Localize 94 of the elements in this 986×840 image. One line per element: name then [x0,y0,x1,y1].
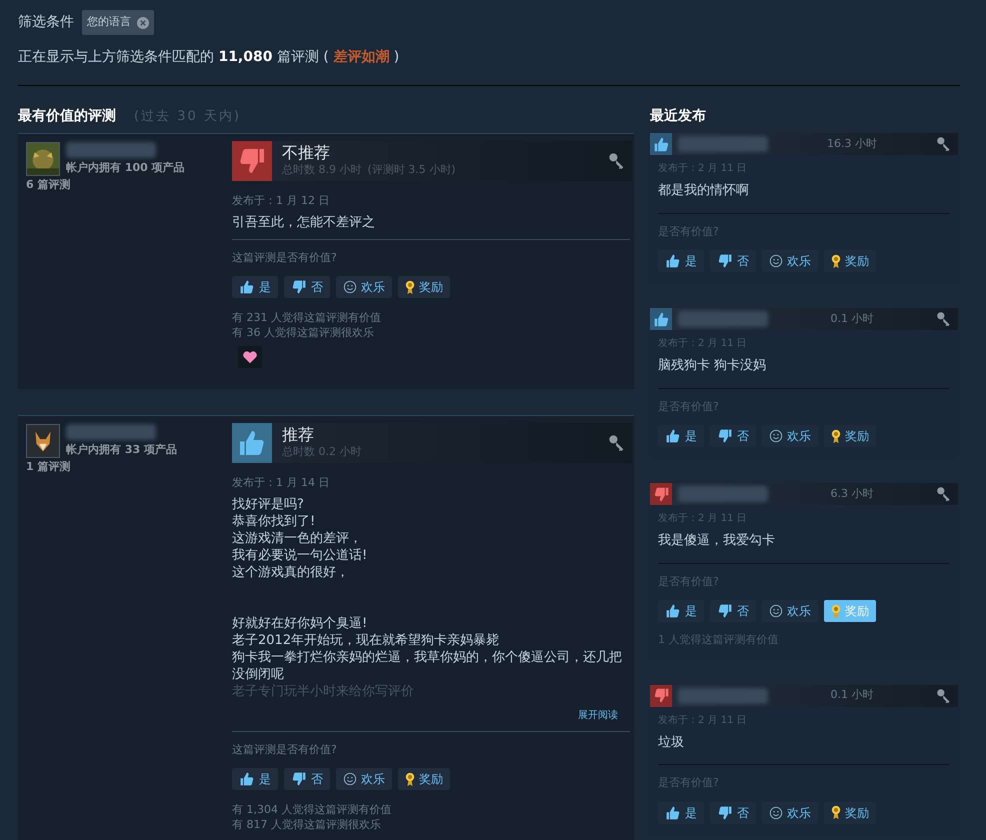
key-icon [936,688,952,704]
vote-button[interactable]: 否 [284,768,330,790]
helpful-question: 这篇评测是否有价值? [232,250,338,266]
medal-icon [405,772,415,786]
expand-link[interactable]: 展开阅读 [578,708,618,722]
vote-button[interactable]: 欢乐 [762,802,818,824]
vote-button[interactable]: 是 [658,250,704,272]
vote-stat: 有 817 人觉得这篇评测很欢乐 [232,817,382,832]
review-text: 狗卡我一拳打烂你亲妈的烂逼，我草你妈的，你个傻逼公司，还几把没倒闭呢 [232,648,623,682]
review-text: 我有必要说一句公道话! [232,546,368,564]
vote-button[interactable]: 否 [710,425,756,447]
review-text: 这游戏清一色的差评， [232,530,363,546]
playtime: 总时数 0.2 小时 [282,444,362,460]
vote-button[interactable]: 奖励 [398,276,450,298]
filter-label: 筛选条件 [18,13,74,32]
vote-button[interactable]: 否 [710,250,756,272]
review-text: 都是我的情怀啊 [658,182,750,200]
thumbs-down-icon [717,253,733,269]
posted-date: 发布于：1 月 14 日 [232,475,330,491]
playtime: 6.3 小时 [830,486,874,502]
section-title: 最近发布 [650,107,707,126]
smiley-icon [343,772,357,786]
vote-stat: 有 36 人觉得这篇评测很欢乐 [232,325,375,340]
review-text: 垃圾 [658,734,685,752]
vote-button[interactable]: 奖励 [398,768,450,790]
key-icon [936,311,952,327]
vote-button[interactable]: 是 [658,802,704,824]
medal-icon [831,428,841,444]
review-text: 这个游戏真的很好， [232,564,350,580]
verdict: 推荐 [282,425,315,444]
review-text: 脑残狗卡 狗卡没妈 [658,357,768,375]
vote-button[interactable]: 奖励 [824,425,876,447]
thumbs-up-icon [239,771,255,787]
posted-date: 发布于：1 月 12 日 [232,193,330,209]
verdict: 不推荐 [282,143,331,162]
thumbs-down-icon [291,771,307,787]
thumbs-down-icon [291,279,307,295]
owned-products: 帐户内拥有 33 项产品 [66,442,177,458]
review-count: 6 篇评测 [26,176,72,192]
playtime: 总时数 8.9 小时 [282,162,362,178]
review-text: 恭喜你找到了! [232,512,316,530]
review-text: 老子2012年开始玩，现在就希望狗卡亲妈暴毙 [232,632,500,648]
vote-button[interactable]: 欢乐 [336,768,392,790]
review-text: 好就好在好你妈个臭逼! [232,614,368,632]
thumbs-down-icon [717,804,733,820]
review-count: 1 篇评测 [26,458,72,474]
playtime-at-review: (评测时 3.5 小时) [368,162,456,178]
filter-chip[interactable]: 您的语言 [82,10,154,35]
owned-products: 帐户内拥有 100 项产品 [66,160,185,176]
smiley-icon [769,429,783,443]
thumbs-up-icon [665,603,681,619]
playtime: 16.3 小时 [826,136,878,152]
vote-stat: 有 1,304 人觉得这篇评测有价值 [232,802,392,817]
review-text: 我是傻逼，我爱勾卡 [658,532,776,550]
vote-button[interactable]: 奖励 [824,802,876,824]
thumbs-up-icon [665,253,681,269]
vote-stat: 有 231 人觉得这篇评测有价值 [232,310,382,325]
medal-icon [831,805,841,820]
thumbs-up-icon [239,279,255,295]
key-icon [608,152,626,170]
key-icon [936,136,952,152]
medal-icon [831,254,841,268]
section-title: 最有价值的评测 [18,107,116,126]
vote-button[interactable]: 否 [284,276,330,298]
vote-button[interactable]: 欢乐 [336,276,392,298]
key-icon [936,486,952,502]
vote-button[interactable]: 否 [710,600,756,622]
thumbs-down-icon [717,428,733,444]
smiley-icon [769,806,783,820]
helpful-question: 这篇评测是否有价值? [232,742,338,758]
vote-button[interactable]: 欢乐 [762,250,818,272]
review-text: 找好评是吗? [232,496,305,512]
smiley-icon [769,604,783,618]
thumbs-down-icon [717,603,733,619]
close-icon[interactable] [137,16,149,28]
vote-button[interactable]: 是 [658,425,704,447]
vote-button[interactable]: 欢乐 [762,425,818,447]
vote-button[interactable]: 欢乐 [762,600,818,622]
review-text: 引吾至此，怎能不差评之 [232,214,376,230]
smiley-icon [343,280,357,294]
vote-button[interactable]: 是 [658,600,704,622]
results-summary: 正在显示与上方筛选条件匹配的 11,080 篇评测 ( 差评如潮 ) [18,48,400,67]
playtime: 0.1 小时 [830,687,874,704]
smiley-icon [769,254,783,268]
vote-button[interactable]: 是 [232,768,278,790]
thumbs-up-icon [665,804,681,820]
vote-button[interactable]: 奖励 [824,250,876,272]
vote-button[interactable]: 是 [232,276,278,298]
vote-button[interactable]: 否 [710,802,756,824]
medal-icon [831,604,841,618]
key-icon [608,434,626,452]
thumbs-up-icon [665,428,681,444]
playtime: 0.1 小时 [830,310,874,327]
medal-icon [405,280,415,294]
